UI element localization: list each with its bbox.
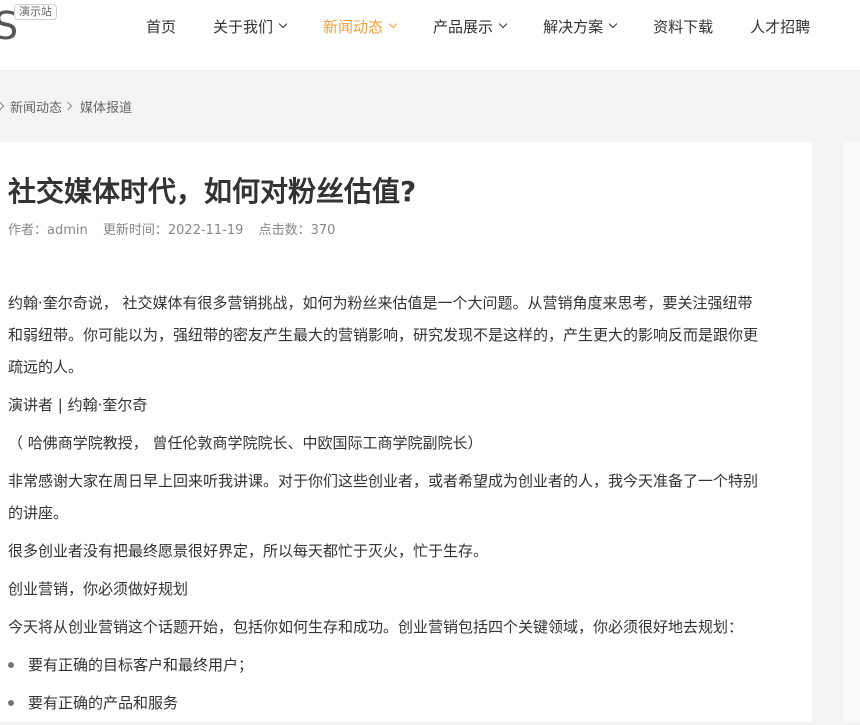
article-paragraph: 今天将从创业营销这个话题开始，包括你如何生存和成功。创业营销包括四个关键领域，你… (8, 618, 744, 636)
chevron-down-icon (608, 19, 618, 29)
nav-item-label: 产品展示 (433, 17, 494, 36)
breadcrumb-news[interactable]: 新闻动态 (10, 97, 62, 116)
bullet-icon (8, 700, 14, 706)
nav-item-downloads[interactable]: 资料下载 (653, 16, 713, 37)
chevron-down-icon (278, 19, 288, 29)
article-updated: 更新时间：2022-11-19 (102, 223, 244, 238)
chevron-down-icon (388, 19, 398, 29)
nav-item-label: 首页 (146, 17, 177, 36)
demo-badge: 演示站 (14, 4, 57, 20)
nav-item-about[interactable]: 关于我们 (213, 16, 288, 37)
article-paragraph: 约翰·奎尔奇说， 社交媒体有很多营销挑战，如何为粉丝来估值是一个大问题。从营销角… (8, 294, 759, 376)
breadcrumb-media[interactable]: 媒体报道 (80, 97, 132, 116)
nav-item-products[interactable]: 产品展示 (433, 16, 508, 37)
nav-item-label: 解决方案 (543, 17, 604, 36)
article-paragraph: 非常感谢大家在周日早上回来听我讲课。对于你们这些创业者，或者希望成为创业者的人，… (8, 472, 759, 522)
list-item-text: 要有正确的目标客户和最终用户； (28, 656, 254, 674)
site-header: S 演示站 首页 关于我们 新闻动态 产品展示 解决方案 资料下载 人才招聘 (0, 0, 860, 71)
bullet-icon (8, 662, 14, 668)
nav-item-label: 新闻动态 (323, 17, 384, 36)
article-author: 作者：admin (8, 223, 88, 238)
nav-item-careers[interactable]: 人才招聘 (750, 16, 810, 37)
article-paragraph: 很多创业者没有把最终愿景很好界定，所以每天都忙于灭火，忙于生存。 (8, 542, 489, 560)
article-list: 要有正确的目标客户和最终用户； 要有正确的产品和服务 (8, 649, 766, 719)
nav-item-solutions[interactable]: 解决方案 (543, 16, 618, 37)
nav-item-label: 人才招聘 (750, 17, 811, 36)
chevron-right-icon (63, 101, 73, 111)
main-nav: 首页 关于我们 新闻动态 产品展示 解决方案 资料下载 人才招聘 (146, 0, 847, 52)
article-paragraph: （ 哈佛商学院教授， 曾任伦敦商学院院长、中欧国际工商学院副院长） (8, 434, 483, 452)
chevron-right-icon (0, 101, 5, 111)
breadcrumb: 新闻动态 媒体报道 (0, 97, 132, 116)
nav-item-home[interactable]: 首页 (146, 16, 176, 37)
list-item-text: 要有正确的产品和服务 (28, 694, 179, 712)
nav-item-label: 关于我们 (213, 17, 274, 36)
list-item: 要有正确的目标客户和最终用户； (8, 649, 766, 681)
article-meta: 作者：admin 更新时间：2022-11-19 点击数：370 (8, 219, 335, 238)
article-body: 约翰·奎尔奇说， 社交媒体有很多营销挑战，如何为粉丝来估值是一个大问题。从营销角… (8, 287, 766, 725)
sidebar-edge (843, 142, 860, 722)
article-paragraph: 演讲者 | 约翰·奎尔奇 (8, 396, 148, 414)
nav-item-news[interactable]: 新闻动态 (323, 16, 398, 37)
nav-item-label: 资料下载 (653, 17, 714, 36)
list-item: 要有正确的产品和服务 (8, 687, 766, 719)
article-clicks: 点击数：370 (258, 223, 336, 238)
article-title: 社交媒体时代，如何对粉丝估值? (8, 175, 417, 208)
chevron-down-icon (498, 19, 508, 29)
article-paragraph: 创业营销，你必须做好规划 (8, 580, 189, 598)
